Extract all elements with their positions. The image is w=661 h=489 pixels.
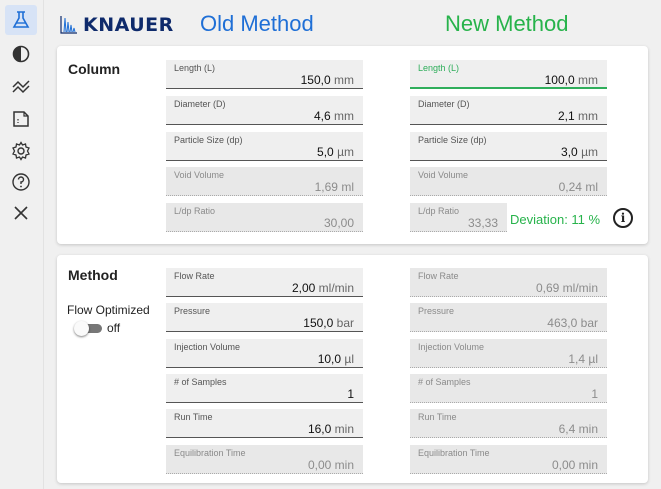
deviation-text: Deviation: 11 %: [510, 212, 601, 227]
field-value: 100,0 mm: [544, 73, 598, 87]
new-injection-volume-field: Injection Volume 1,4 µl: [410, 339, 607, 368]
new-void-volume-field: Void Volume 0,24 ml: [410, 167, 607, 196]
old-injection-volume-field[interactable]: Injection Volume 10,0 µl: [166, 339, 363, 368]
new-diameter-field[interactable]: Diameter (D) 2,1 mm: [410, 96, 607, 125]
field-label: Pressure: [418, 306, 455, 316]
field-value: 0,69 ml/min: [535, 281, 598, 295]
new-flow-rate-field: Flow Rate 0,69 ml/min: [410, 268, 607, 297]
field-value: 1,69 ml: [314, 180, 354, 194]
method-card: Method Flow Optimized off Flow Rate 2,00…: [57, 255, 648, 483]
new-particle-size-field[interactable]: Particle Size (dp) 3,0 µm: [410, 132, 607, 161]
field-value: 1,4 µl: [568, 352, 598, 366]
old-length-field[interactable]: Length (L) 150,0 mm: [166, 60, 363, 89]
help-icon: [12, 173, 30, 191]
field-label: Particle Size (dp): [174, 135, 243, 145]
sidebar-item-close[interactable]: [5, 198, 37, 228]
field-label: Injection Volume: [418, 342, 485, 352]
info-icon[interactable]: i: [613, 208, 633, 228]
field-value: 16,0 min: [307, 422, 354, 436]
field-value: 2,00 ml/min: [291, 281, 354, 295]
old-flow-rate-field[interactable]: Flow Rate 2,00 ml/min: [166, 268, 363, 297]
field-label: Particle Size (dp): [418, 135, 487, 145]
field-value: 5,0 µm: [317, 145, 354, 159]
toggle-knob: [74, 321, 89, 336]
field-value: 463,0 bar: [547, 316, 598, 330]
sidebar: [0, 0, 44, 489]
new-pressure-field: Pressure 463,0 bar: [410, 303, 607, 332]
field-label: Injection Volume: [174, 342, 241, 352]
field-value: 2,1 mm: [557, 109, 598, 123]
field-label: Equilibration Time: [418, 448, 490, 458]
field-value: 6,4 min: [558, 422, 598, 436]
old-particle-size-field[interactable]: Particle Size (dp) 5,0 µm: [166, 132, 363, 161]
sidebar-item-peaks[interactable]: [5, 72, 37, 102]
field-value: 33,33: [467, 216, 498, 230]
new-samples-field: # of Samples 1: [410, 374, 607, 403]
knauer-logo: KNAUER: [59, 12, 174, 38]
field-label: Equilibration Time: [174, 448, 246, 458]
field-label: # of Samples: [174, 377, 227, 387]
header: KNAUER Old Method New Method: [43, 0, 661, 46]
field-label: Void Volume: [418, 170, 469, 180]
field-value: 150,0 mm: [300, 73, 354, 87]
field-label: L/dp Ratio: [418, 206, 460, 216]
gear-icon: [12, 141, 30, 161]
field-label: Pressure: [174, 306, 211, 316]
old-diameter-field[interactable]: Diameter (D) 4,6 mm: [166, 96, 363, 125]
field-label: Length (L): [174, 63, 216, 73]
flow-optimized-label: Flow Optimized: [67, 303, 150, 317]
field-value: 4,6 mm: [313, 109, 354, 123]
new-length-field[interactable]: Length (L) 100,0 mm: [410, 60, 607, 89]
field-value: 0,24 ml: [558, 180, 598, 194]
field-label: # of Samples: [418, 377, 471, 387]
field-value: 0,00 min: [307, 458, 354, 472]
new-run-time-field: Run Time 6,4 min: [410, 409, 607, 438]
sidebar-item-contrast[interactable]: [5, 39, 37, 69]
sidebar-item-document[interactable]: [5, 104, 37, 134]
field-label: Diameter (D): [174, 99, 226, 109]
new-equilibration-time-field: Equilibration Time 0,00 min: [410, 445, 607, 474]
field-label: Diameter (D): [418, 99, 470, 109]
logo-mark-icon: [60, 16, 77, 34]
field-value: 0,00 min: [551, 458, 598, 472]
field-label: L/dp Ratio: [174, 206, 216, 216]
new-ldp-ratio-field: L/dp Ratio 33,33: [410, 203, 507, 232]
field-label: Void Volume: [174, 170, 225, 180]
contrast-icon: [12, 45, 30, 63]
document-icon: [13, 111, 29, 127]
sidebar-item-settings[interactable]: [5, 136, 37, 166]
field-value: 1: [347, 387, 354, 401]
field-label: Run Time: [418, 412, 457, 422]
flow-optimized-toggle[interactable]: [74, 321, 102, 336]
flask-icon: [12, 11, 30, 28]
toggle-state-label: off: [107, 321, 121, 335]
field-label: Flow Rate: [174, 271, 215, 281]
field-value: 1: [591, 387, 598, 401]
field-label: Run Time: [174, 412, 213, 422]
old-void-volume-field: Void Volume 1,69 ml: [166, 167, 363, 196]
field-label: Flow Rate: [418, 271, 459, 281]
column-title: Column: [68, 61, 121, 77]
field-value: 3,0 µm: [561, 145, 598, 159]
sidebar-item-method-converter[interactable]: [5, 5, 37, 35]
column-card: Column Length (L) 150,0 mm Diameter (D) …: [57, 46, 648, 244]
field-value: 30,00: [323, 216, 354, 230]
old-method-title: Old Method: [200, 11, 314, 36]
old-samples-field[interactable]: # of Samples 1: [166, 374, 363, 403]
double-chevron-up-icon: [12, 80, 30, 94]
new-method-title: New Method: [445, 11, 569, 36]
old-ldp-ratio-field: L/dp Ratio 30,00: [166, 203, 363, 232]
sidebar-item-help[interactable]: [5, 167, 37, 197]
old-equilibration-time-field: Equilibration Time 0,00 min: [166, 445, 363, 474]
field-value: 150,0 bar: [303, 316, 354, 330]
method-title: Method: [68, 267, 118, 283]
old-pressure-field[interactable]: Pressure 150,0 bar: [166, 303, 363, 332]
logo-text: KNAUER: [83, 14, 174, 36]
close-icon: [14, 206, 28, 220]
field-value: 10,0 µl: [317, 352, 354, 366]
field-label: Length (L): [418, 63, 460, 73]
old-run-time-field[interactable]: Run Time 16,0 min: [166, 409, 363, 438]
